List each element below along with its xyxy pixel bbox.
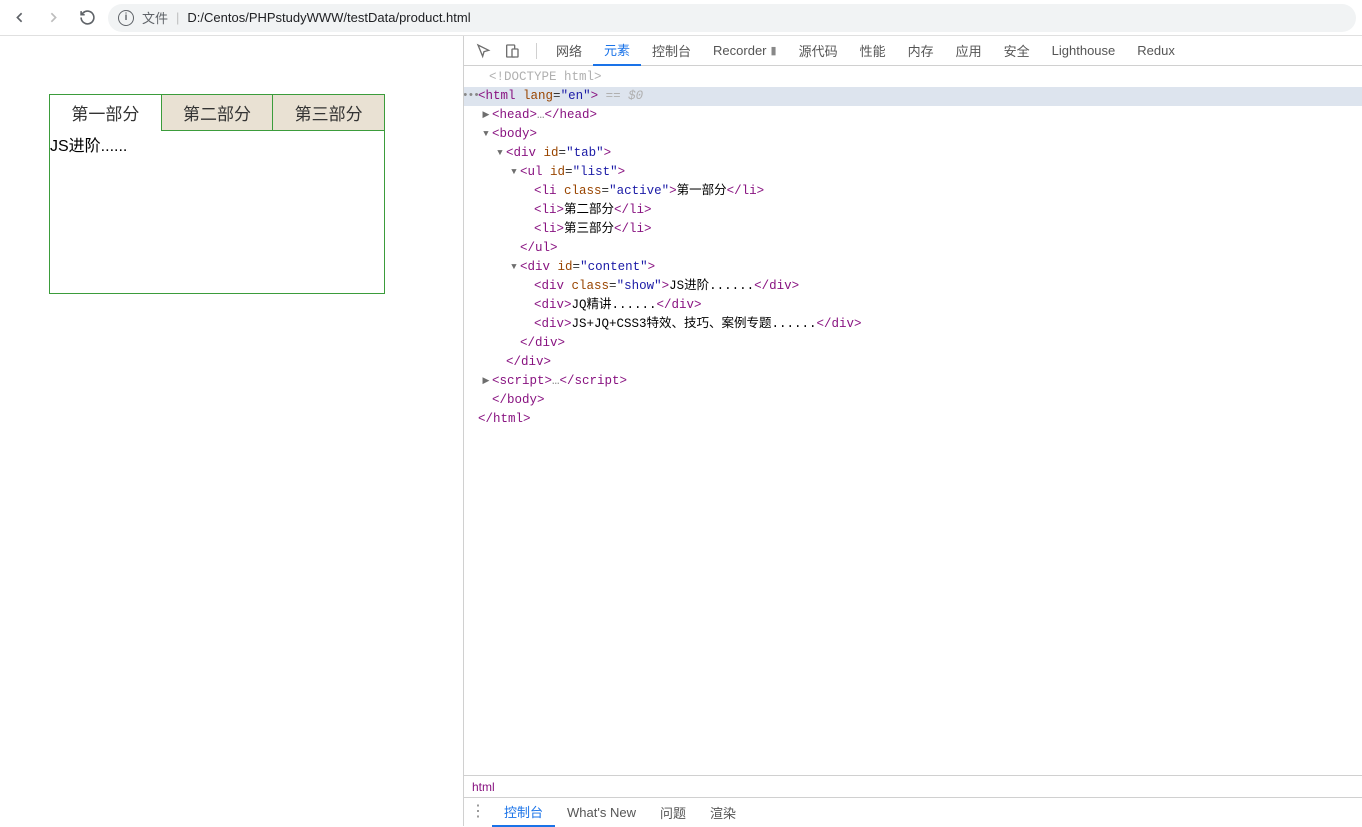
tab-sources[interactable]: 源代码 <box>788 36 849 66</box>
drawer-tab-console[interactable]: 控制台 <box>492 798 555 827</box>
page-content: 第一部分 第二部分 第三部分 JS进阶...... <box>0 36 463 826</box>
content-1[interactable]: <div class="show">JS进阶......</div> <box>464 277 1362 296</box>
forward-button[interactable] <box>40 5 66 31</box>
html-tag[interactable]: <html lang="en"> == $0 <box>464 87 1362 106</box>
pin-icon: ▮ <box>771 44 777 57</box>
inspect-icon[interactable] <box>472 39 496 63</box>
url-text: D:/Centos/PHPstudyWWW/testData/product.h… <box>187 10 470 25</box>
divider: | <box>176 10 179 25</box>
ul-close[interactable]: </ul> <box>464 239 1362 258</box>
device-toggle-icon[interactable] <box>500 39 524 63</box>
li-3[interactable]: <li>第三部分</li> <box>464 220 1362 239</box>
back-button[interactable] <box>6 5 32 31</box>
content-2[interactable]: <div>JQ精讲......</div> <box>464 296 1362 315</box>
div-tab-close[interactable]: </div> <box>464 353 1362 372</box>
tab-elements[interactable]: 元素 <box>593 36 641 66</box>
file-label: 文件 <box>142 8 168 27</box>
drawer-tab-rendering[interactable]: 渲染 <box>698 798 748 827</box>
devtools-toolbar: 网络 元素 控制台 Recorder▮ 源代码 性能 内存 应用 安全 Ligh… <box>464 36 1362 66</box>
li-1[interactable]: <li class="active">第一部分</li> <box>464 182 1362 201</box>
div-content[interactable]: ▼<div id="content"> <box>464 258 1362 277</box>
demo-content: JS进阶...... <box>50 131 384 293</box>
tab-network[interactable]: 网络 <box>545 36 593 66</box>
devtools-panel: 网络 元素 控制台 Recorder▮ 源代码 性能 内存 应用 安全 Ligh… <box>463 36 1362 826</box>
drawer-tab-whatsnew[interactable]: What's New <box>555 798 648 827</box>
script-tag[interactable]: ▶<script>…</script> <box>464 372 1362 391</box>
tab-lighthouse[interactable]: Lighthouse <box>1041 36 1127 66</box>
browser-nav-bar: i 文件 | D:/Centos/PHPstudyWWW/testData/pr… <box>0 0 1362 36</box>
demo-tabs: 第一部分 第二部分 第三部分 <box>50 95 384 131</box>
demo-tab-1[interactable]: 第一部分 <box>50 95 161 131</box>
doctype-line[interactable]: <!DOCTYPE html> <box>464 68 1362 87</box>
div-content-close[interactable]: </div> <box>464 334 1362 353</box>
address-bar[interactable]: i 文件 | D:/Centos/PHPstudyWWW/testData/pr… <box>108 4 1356 32</box>
demo-tab-3[interactable]: 第三部分 <box>272 95 384 131</box>
tab-redux[interactable]: Redux <box>1126 36 1186 66</box>
drawer-menu-icon[interactable]: ⋮ <box>470 808 486 816</box>
drawer-tab-issues[interactable]: 问题 <box>648 798 698 827</box>
li-2[interactable]: <li>第二部分</li> <box>464 201 1362 220</box>
div-tab[interactable]: ▼<div id="tab"> <box>464 144 1362 163</box>
html-close[interactable]: </html> <box>464 410 1362 429</box>
demo-tab-2[interactable]: 第二部分 <box>161 95 273 131</box>
drawer-tabs: ⋮ 控制台 What's New 问题 渲染 <box>464 797 1362 826</box>
reload-button[interactable] <box>74 5 100 31</box>
info-icon: i <box>118 10 134 26</box>
tab-performance[interactable]: 性能 <box>849 36 897 66</box>
tab-recorder[interactable]: Recorder▮ <box>702 36 788 66</box>
demo-tab-widget: 第一部分 第二部分 第三部分 JS进阶...... <box>49 94 385 294</box>
tab-memory[interactable]: 内存 <box>897 36 945 66</box>
body-tag[interactable]: ▼<body> <box>464 125 1362 144</box>
body-close[interactable]: </body> <box>464 391 1362 410</box>
tab-application[interactable]: 应用 <box>945 36 993 66</box>
tab-console[interactable]: 控制台 <box>641 36 702 66</box>
elements-tree[interactable]: <!DOCTYPE html> <html lang="en"> == $0 ▶… <box>464 66 1362 775</box>
head-tag[interactable]: ▶<head>…</head> <box>464 106 1362 125</box>
content-3[interactable]: <div>JS+JQ+CSS3特效、技巧、案例专题......</div> <box>464 315 1362 334</box>
ul-list[interactable]: ▼<ul id="list"> <box>464 163 1362 182</box>
tab-security[interactable]: 安全 <box>993 36 1041 66</box>
breadcrumb[interactable]: html <box>464 775 1362 797</box>
